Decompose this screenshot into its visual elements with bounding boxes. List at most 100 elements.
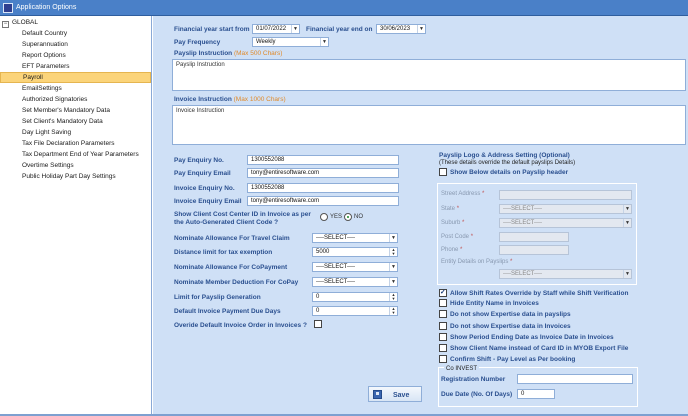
suburb-select[interactable]: ----SELECT---- ▼ [499,218,632,228]
hide-entity-name-label: Hide Entity Name in Invoices [450,300,539,307]
save-button[interactable]: Save [368,386,422,402]
spin-arrows-icon[interactable]: ▲ ▼ [389,307,397,315]
fy-end-date-picker[interactable]: 30/06/2023 ▼ [376,24,426,34]
collapse-icon[interactable]: − [2,21,9,28]
tree-item-member-mandatory-data[interactable]: Set Member's Mandatory Data [22,106,110,115]
client-name-myob-checkbox[interactable] [439,344,447,352]
chevron-down-icon[interactable]: ▼ [623,205,631,213]
payslip-instruction-label: Payslip Instruction (Max 500 Chars) [174,50,282,57]
allow-shift-rates-override-checkbox[interactable] [439,288,447,297]
tree-item-tax-file-declaration[interactable]: Tax File Declaration Parameters [22,139,114,148]
tree-item-client-mandatory-data[interactable]: Set Client's Mandatory Data [22,117,103,126]
spin-arrows-icon[interactable]: ▲ ▼ [389,248,397,256]
invoice-enquiry-email-input[interactable]: tony@entiresoftware.com [247,196,399,206]
registration-number-input[interactable] [517,374,633,384]
pay-frequency-label: Pay Frequency [174,39,221,46]
tree-item-superannuation[interactable]: Superannuation [22,40,68,49]
travel-allowance-select[interactable]: ----SELECT---- ▼ [312,233,398,243]
distance-limit-stepper[interactable]: 5000 ▲ ▼ [312,247,398,257]
payslip-instruction-placeholder: Payslip Instruction [176,62,225,68]
fy-start-date-picker[interactable]: 01/07/2022 ▼ [252,24,300,34]
tree-item-default-country[interactable]: Default Country [22,29,67,38]
postcode-input[interactable] [499,232,569,242]
hide-expertise-payslips-checkbox[interactable] [439,310,447,318]
tree-item-authorized-signatories[interactable]: Authorized Signatories [22,95,87,104]
hide-expertise-payslips-label: Do not show Expertise data in payslips [450,311,571,318]
state-value: ----SELECT---- [503,206,542,212]
client-name-myob-label: Show Client Name instead of Card ID in M… [450,345,629,352]
copayment-allowance-select[interactable]: ----SELECT---- ▼ [312,262,398,272]
chevron-down-icon[interactable]: ▼ [389,263,397,271]
coinvest-due-date-input[interactable]: 0 [517,389,555,399]
tree-item-tax-department-eoy[interactable]: Tax Department End of Year Parameters [22,150,139,159]
pay-enquiry-no-label: Pay Enquiry No. [174,157,224,164]
coinvest-title: Co INVEST [444,366,480,372]
copay-deduction-label: Nominate Member Deduction For CoPay [174,279,299,286]
payslip-instruction-textarea[interactable]: Payslip Instruction [172,59,686,91]
cost-center-label-line1: Show Client Cost Center ID in Invoice as… [174,211,311,218]
override-invoice-order-checkbox[interactable] [314,320,322,328]
suburb-label: Suburb * [441,220,464,226]
show-payslip-header-checkbox[interactable] [439,168,447,176]
copay-deduction-value: ----SELECT---- [316,279,355,285]
fy-start-label: Financial year start from [174,26,250,33]
entity-details-value: ----SELECT---- [503,271,542,277]
chevron-down-icon[interactable]: ▼ [389,234,397,242]
chevron-down-icon[interactable]: ▼ [291,25,299,33]
state-select[interactable]: ----SELECT---- ▼ [499,204,632,214]
coinvest-group [438,367,638,407]
cost-center-no-radio[interactable] [344,213,352,221]
invoice-instruction-textarea[interactable]: Invoice Instruction [172,105,686,145]
entity-details-select[interactable]: ----SELECT---- ▼ [499,269,632,279]
entity-details-label: Entity Details on Payslips * [441,259,512,265]
tree-item-payroll[interactable]: Payroll [0,72,151,83]
copayment-allowance-label: Nominate Allowance For CoPayment [174,264,288,271]
payment-due-days-stepper[interactable]: 0 ▲ ▼ [312,306,398,316]
payslip-limit-value: 0 [316,294,320,300]
tree-item-eft-parameters[interactable]: EFT Parameters [22,62,70,71]
pay-enquiry-email-input[interactable]: tony@entiresoftware.com [247,168,399,178]
hide-entity-name-checkbox[interactable] [439,299,447,307]
invoice-instruction-label: Invoice Instruction (Max 1000 Chars) [174,96,286,103]
postcode-label: Post Code * [441,234,473,240]
spin-arrows-icon[interactable]: ▲ ▼ [389,293,397,301]
title-bar: Application Options [0,0,688,16]
window-title: Application Options [16,4,77,11]
cost-center-yes-radio[interactable] [320,213,328,221]
chevron-down-icon[interactable]: ▼ [389,278,397,286]
payslip-limit-stepper[interactable]: 0 ▲ ▼ [312,292,398,302]
pay-frequency-select[interactable]: Weekly ▼ [252,37,329,47]
pay-enquiry-no-input[interactable]: 1300552088 [247,155,399,165]
tree-root-label: GLOBAL [12,19,39,26]
copay-deduction-select[interactable]: ----SELECT---- ▼ [312,277,398,287]
cost-center-no-label[interactable]: NO [354,214,363,220]
chevron-down-icon[interactable]: ▼ [623,219,631,227]
payslip-instruction-label-text: Payslip Instruction [174,50,233,57]
tree-root-global[interactable]: − GLOBAL [2,18,39,28]
invoice-enquiry-no-input[interactable]: 1300552088 [247,183,399,193]
tree-item-day-light-saving[interactable]: Day Light Saving [22,128,71,137]
payslip-instruction-hint: (Max 500 Chars) [233,50,283,57]
chevron-down-icon[interactable]: ▼ [320,38,328,46]
entity-required-mark: * [510,259,513,265]
chevron-down-icon[interactable]: ▼ [623,270,631,278]
tree-item-overtime-settings[interactable]: Overtime Settings [22,161,74,170]
invoice-instruction-hint: (Max 1000 Chars) [233,96,286,103]
confirm-shift-pay-level-checkbox[interactable] [439,355,447,363]
tree-item-public-holiday-part-day[interactable]: Public Holiday Part Day Settings [22,172,116,181]
payroll-settings-panel: Financial year start from 01/07/2022 ▼ F… [153,16,688,414]
pay-enquiry-email-label: Pay Enquiry Email [174,170,231,177]
street-address-label-text: Street Address [441,191,481,197]
suburb-label-text: Suburb [441,220,461,226]
street-address-input[interactable] [499,190,632,200]
tree-item-email-settings[interactable]: EmailSettings [22,84,62,93]
period-ending-date-checkbox[interactable] [439,333,447,341]
phone-input[interactable] [499,245,569,255]
travel-allowance-value: ----SELECT---- [316,235,355,241]
invoice-enquiry-email-label: Invoice Enquiry Email [174,198,242,205]
suburb-required-mark: * [462,220,465,226]
tree-item-report-options[interactable]: Report Options [22,51,66,60]
cost-center-yes-label[interactable]: YES [330,214,342,220]
hide-expertise-invoices-checkbox[interactable] [439,322,447,330]
chevron-down-icon[interactable]: ▼ [417,25,425,33]
